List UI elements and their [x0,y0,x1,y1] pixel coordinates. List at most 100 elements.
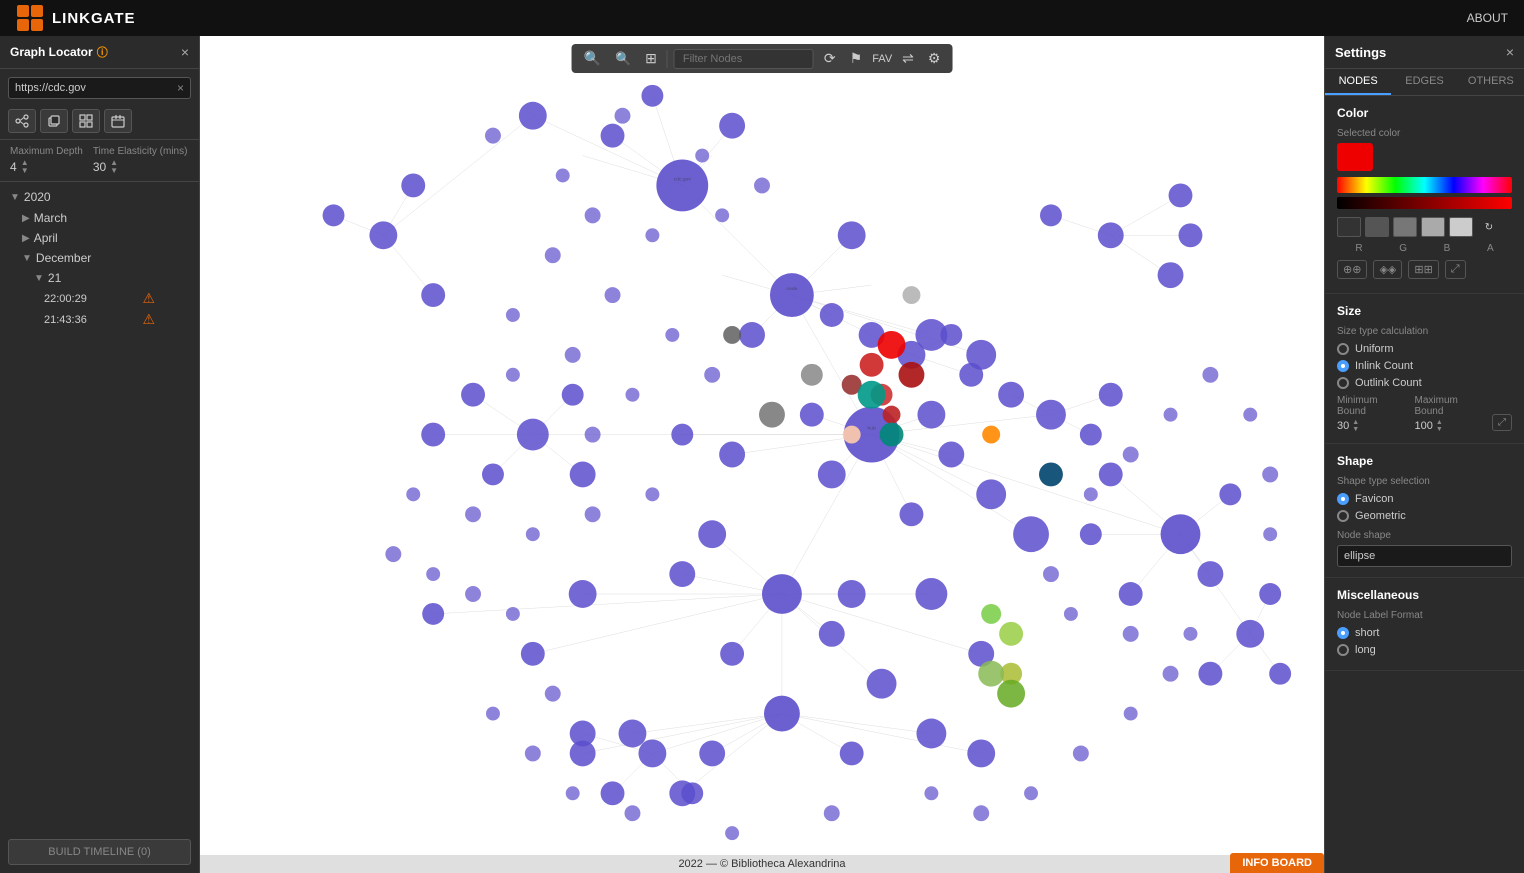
graph-locator-header: Graph Locator ⓘ × [0,36,199,69]
size-expand-button[interactable]: ⤢ [1492,414,1512,431]
day-21-item[interactable]: ▼ 21 [0,268,199,288]
shape-option-geometric[interactable]: Geometric [1337,510,1512,522]
tool-network-button[interactable] [8,109,36,133]
radio-outlink [1337,377,1349,389]
max-depth-spinner[interactable]: ▲ ▼ [21,159,29,175]
max-bound-spinner[interactable]: ▲ ▼ [1436,419,1443,433]
march-item[interactable]: ▶ March [0,208,199,228]
swatch-light[interactable] [1393,217,1417,237]
max-up[interactable]: ▲ [1436,419,1443,426]
radio-uniform [1337,343,1349,355]
color-gradient-bar[interactable] [1337,177,1512,193]
tab-others[interactable]: OTHERS [1458,69,1524,95]
shape-radio-group: Favicon Geometric [1337,493,1512,522]
tool-grid-button[interactable] [72,109,100,133]
swatch-arrow[interactable]: ↻ [1477,217,1501,237]
tab-nodes[interactable]: NODES [1325,69,1391,95]
label-format-long[interactable]: long [1337,644,1512,656]
filter-nodes-input[interactable] [674,49,814,69]
color-preview[interactable] [1337,143,1373,171]
size-option-inlink[interactable]: Inlink Count [1337,360,1512,372]
bound-row: Minimum Bound 30 ▲ ▼ Maximum Bound 100 [1337,395,1512,433]
time-elasticity-spinner[interactable]: ▲ ▼ [110,159,118,175]
close-graph-locator-button[interactable]: × [181,44,189,60]
zoom-out-button[interactable]: 🔍 [611,49,635,69]
swatch-extra[interactable] [1449,217,1473,237]
color-tool-3[interactable]: ⊞⊞ [1408,260,1438,279]
fit-view-button[interactable]: ⊞ [641,48,661,69]
node-shape-select-wrap: ellipse circle rect diamond [1337,545,1512,567]
url-clear-button[interactable]: × [177,81,184,95]
refresh-button[interactable]: ⟳ [820,48,840,69]
flag-button[interactable]: ⚑ [846,48,867,69]
misc-section: Miscellaneous Node Label Format short lo… [1325,578,1524,671]
settings-panel: Settings × NODES EDGES OTHERS Color Sele… [1324,36,1524,873]
info-board-button[interactable]: INFO BOARD [1230,853,1324,873]
size-option-outlink[interactable]: Outlink Count [1337,377,1512,389]
build-timeline-button[interactable]: BUILD TIMELINE (0) [8,839,191,865]
fav-button[interactable]: FAV [872,53,892,65]
settings-toggle-button[interactable]: ⚙ [924,48,945,69]
graph-locator-title: Graph Locator ⓘ [10,44,108,60]
url-input[interactable] [15,82,177,94]
radio-inlink [1337,360,1349,372]
min-up[interactable]: ▲ [1352,419,1359,426]
tool-calendar-button[interactable] [104,109,132,133]
color-swatches: ↻ [1337,217,1512,237]
shape-option-favicon[interactable]: Favicon [1337,493,1512,505]
size-section: Size Size type calculation Uniform Inlin… [1325,294,1524,444]
december-item[interactable]: ▼ December [0,248,199,268]
toolbar-separator [667,50,668,68]
shape-section: Shape Shape type selection Favicon Geome… [1325,444,1524,578]
topbar: LINKGATE ABOUT [0,0,1524,36]
left-sidebar: Graph Locator ⓘ × × [0,36,200,873]
max-down[interactable]: ▼ [1436,426,1443,433]
share-button[interactable]: ⇌ [898,48,918,69]
zoom-in-button[interactable]: 🔍 [580,48,605,69]
tool-copy-button[interactable] [40,109,68,133]
min-down[interactable]: ▼ [1352,426,1359,433]
swatch-dark[interactable] [1337,217,1361,237]
radio-geometric [1337,510,1349,522]
color-tool-2[interactable]: ◈◈ [1373,260,1402,279]
url-input-wrap: × [8,77,191,99]
min-bound-group: Minimum Bound 30 ▲ ▼ [1337,395,1407,433]
tab-edges[interactable]: EDGES [1391,69,1457,95]
april-item[interactable]: ▶ April [0,228,199,248]
url-input-row: × [0,69,199,105]
about-button[interactable]: ABOUT [1467,11,1508,25]
color-tool-1[interactable]: ⊕⊕ [1337,260,1367,279]
size-option-uniform[interactable]: Uniform [1337,343,1512,355]
info-icon[interactable]: ⓘ [97,44,108,60]
node-shape-group: Node shape ellipse circle rect diamond [1337,530,1512,567]
logo: LINKGATE [16,4,136,32]
entry-2-icon: ⚠ [142,311,155,328]
max-depth-down[interactable]: ▼ [21,167,29,175]
settings-header: Settings × [1325,36,1524,69]
timeline-tree: ▼ 2020 ▶ March ▶ April ▼ December ▼ 21 2… [0,182,199,831]
svg-text:hub: hub [867,426,876,432]
color-channels: R G B A [1337,243,1512,254]
swatch-mid[interactable] [1365,217,1389,237]
graph-canvas[interactable]: 🔍 🔍 ⊞ ⟳ ⚑ FAV ⇌ ⚙ [200,36,1324,873]
depth-elasticity-row: Maximum Depth 4 ▲ ▼ Time Elasticity (min… [0,140,199,182]
graph-visualization[interactable]: cdc.gov node hub [200,36,1324,873]
color-tool-expand[interactable]: ⤢ [1445,260,1466,279]
svg-text:node: node [786,286,797,292]
radio-long [1337,644,1349,656]
entry-1-icon: ⚠ [142,290,155,307]
time-elasticity-down[interactable]: ▼ [110,167,118,175]
entry-1[interactable]: 22:00:29 ⚠ [0,288,199,309]
color-ramp-bar[interactable] [1337,197,1512,209]
time-elasticity-group: Time Elasticity (mins) 30 ▲ ▼ [93,146,188,175]
color-section: Color Selected color ↻ R G B A ⊕⊕ ◈◈ [1325,96,1524,294]
year-2020-item[interactable]: ▼ 2020 [0,186,199,208]
close-settings-button[interactable]: × [1506,44,1514,60]
graph-locator-toolbar [0,105,199,140]
min-bound-spinner[interactable]: ▲ ▼ [1352,419,1359,433]
label-format-short[interactable]: short [1337,627,1512,639]
node-shape-select[interactable]: ellipse circle rect diamond [1337,545,1512,567]
swatch-white[interactable] [1421,217,1445,237]
entry-2[interactable]: 21:43:36 ⚠ [0,309,199,330]
logo-icon [16,4,44,32]
